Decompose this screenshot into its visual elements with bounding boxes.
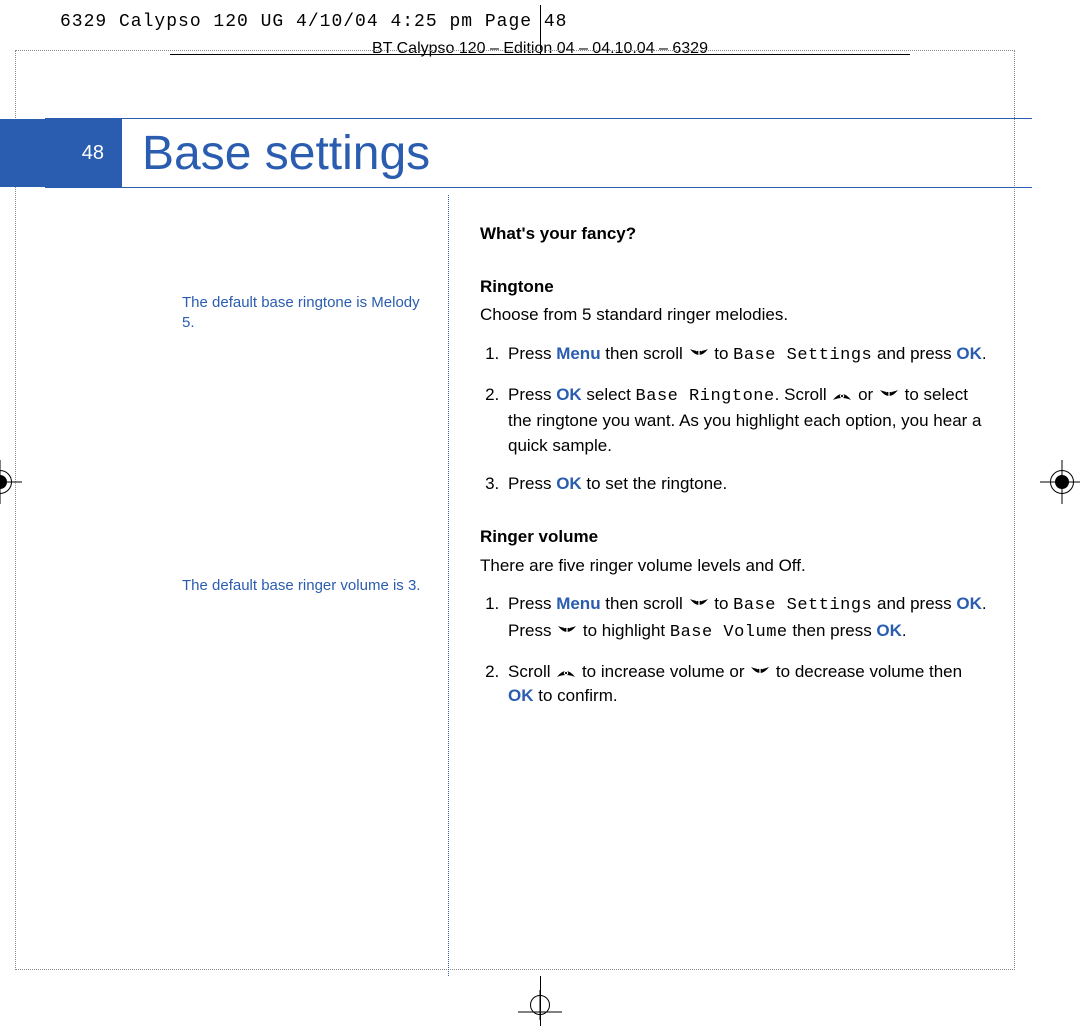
column-divider xyxy=(448,195,449,976)
menu-keyword: Menu xyxy=(556,344,600,363)
lcd-text: Base Settings xyxy=(733,596,872,615)
scroll-down-icon xyxy=(749,663,771,681)
scroll-down-icon xyxy=(688,345,710,363)
ok-keyword: OK xyxy=(508,686,534,705)
crop-mark xyxy=(540,976,541,1026)
lcd-text: Base Volume xyxy=(670,623,788,642)
crop-mark xyxy=(540,5,541,55)
subsection-volume-title: Ringer volume xyxy=(480,525,990,550)
ok-keyword: OK xyxy=(956,344,982,363)
scroll-up-icon xyxy=(555,663,577,681)
page-number: 48 xyxy=(82,142,104,165)
scroll-down-icon xyxy=(556,622,578,640)
menu-keyword: Menu xyxy=(556,594,600,613)
scroll-down-icon xyxy=(878,386,900,404)
page-title: Base settings xyxy=(122,119,430,187)
ok-keyword: OK xyxy=(956,594,982,613)
registration-mark-icon xyxy=(1040,460,1080,504)
list-item: Press Menu then scroll to Base Settings … xyxy=(504,592,990,645)
list-item: Press Menu then scroll to Base Settings … xyxy=(504,342,990,369)
list-item: Scroll to increase volume or to decrease… xyxy=(504,660,990,709)
section-heading: What's your fancy? xyxy=(480,222,990,247)
side-note-ringtone: The default base ringtone is Melody 5. xyxy=(182,293,432,334)
ok-keyword: OK xyxy=(876,621,902,640)
scroll-down-icon xyxy=(688,595,710,613)
registration-mark-icon xyxy=(0,460,22,504)
list-item: Press OK select Base Ringtone. Scroll or… xyxy=(504,383,990,459)
page-number-box: 48 xyxy=(0,119,122,187)
volume-intro: There are five ringer volume levels and … xyxy=(480,554,990,579)
ringtone-steps: Press Menu then scroll to Base Settings … xyxy=(480,342,990,497)
subsection-ringtone-title: Ringtone xyxy=(480,275,990,300)
lcd-text: Base Settings xyxy=(733,346,872,365)
ringtone-intro: Choose from 5 standard ringer melodies. xyxy=(480,303,990,328)
lcd-text: Base Ringtone xyxy=(636,387,775,406)
title-band: 48 Base settings xyxy=(45,118,1032,188)
volume-steps: Press Menu then scroll to Base Settings … xyxy=(480,592,990,709)
main-content: What's your fancy? Ringtone Choose from … xyxy=(480,222,990,723)
ok-keyword: OK xyxy=(556,474,582,493)
side-note-volume: The default base ringer volume is 3. xyxy=(182,576,432,596)
list-item: Press OK to set the ringtone. xyxy=(504,472,990,497)
scroll-up-icon xyxy=(831,386,853,404)
ok-keyword: OK xyxy=(556,385,582,404)
